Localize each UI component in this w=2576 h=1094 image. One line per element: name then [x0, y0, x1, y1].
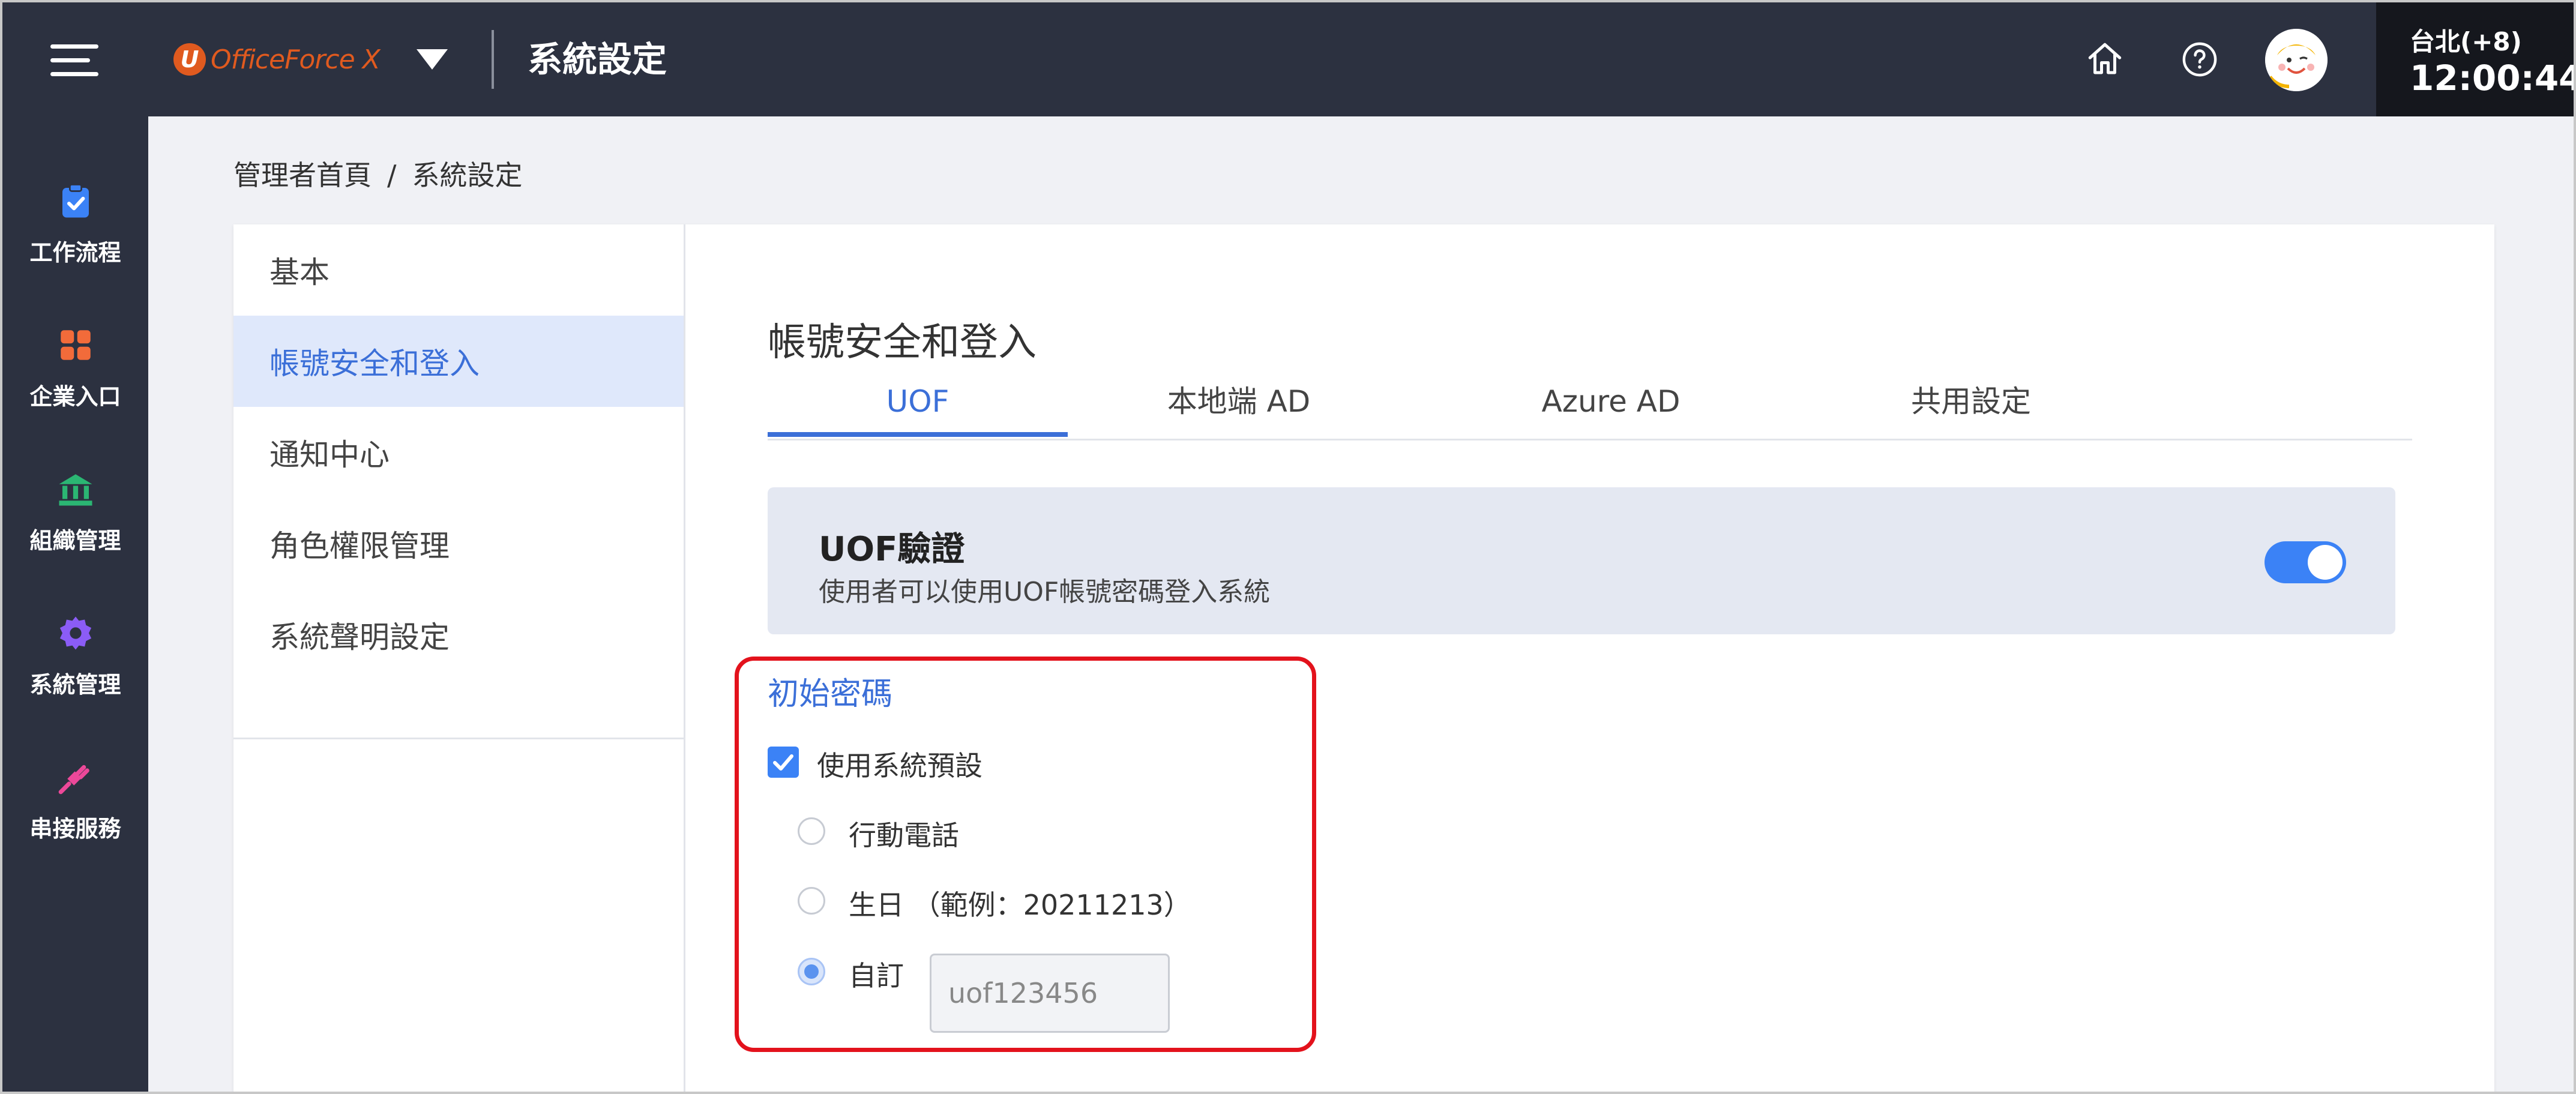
use-default-label: 使用系統預設: [817, 750, 983, 782]
menu-item-notification-center[interactable]: 通知中心: [233, 407, 684, 498]
tab-bar: UOF 本地端 AD Azure AD 共用設定: [768, 377, 2412, 440]
rail-label: 串接服務: [29, 816, 121, 842]
uof-auth-title: UOF驗證: [819, 530, 965, 569]
clock-widget: 台北(+8) 12:00:44: [2376, 2, 2574, 116]
rail-item-portal[interactable]: 企業入口: [2, 325, 148, 411]
menu-item-account-security[interactable]: 帳號安全和登入: [233, 316, 684, 407]
menu-item-system-statement[interactable]: 系統聲明設定: [233, 589, 684, 681]
menu-item-basic[interactable]: 基本: [233, 224, 684, 316]
birthday-option-text: 生日: [849, 889, 904, 921]
settings-menu: 基本 帳號安全和登入 通知中心 角色權限管理 系統聲明設定: [233, 224, 685, 739]
app-window: U OfficeForce X 系統設定 台北(+8) 12:00:44 工作流…: [0, 0, 2576, 1094]
uof-auth-toggle[interactable]: [2265, 541, 2346, 583]
app-switcher-chevron-down-icon[interactable]: [417, 49, 448, 70]
clipboard-check-icon: [62, 184, 89, 218]
breadcrumb: 管理者首頁 / 系統設定: [233, 154, 523, 193]
app-title: 系統設定: [528, 39, 667, 80]
menu-item-label: 帳號安全和登入: [269, 346, 480, 381]
grid-icon: [60, 330, 91, 360]
home-icon[interactable]: [2085, 40, 2125, 79]
rail-label: 工作流程: [29, 239, 121, 266]
logo-mark-icon: U: [173, 43, 206, 76]
left-rail: 工作流程 企業入口 組織管理 系統管理 串接服務: [2, 116, 148, 1092]
tab-uof[interactable]: UOF: [768, 377, 1068, 437]
clock-time: 12:00:44: [2410, 58, 2576, 98]
menu-item-label: 通知中心: [269, 437, 390, 472]
rail-label: 組織管理: [29, 527, 121, 554]
rail-item-organization[interactable]: 組織管理: [2, 469, 148, 555]
content-divider: [684, 224, 685, 1092]
top-bar: U OfficeForce X 系統設定 台北(+8) 12:00:44: [2, 2, 2574, 116]
breadcrumb-separator: /: [387, 159, 397, 191]
tab-shared-settings[interactable]: 共用設定: [1860, 377, 2082, 437]
clock-timezone: 台北(+8): [2410, 27, 2522, 56]
plug-icon: [58, 765, 89, 795]
toggle-knob: [2308, 545, 2343, 580]
radio-mobile-phone[interactable]: [798, 817, 825, 845]
radio-birthday[interactable]: [798, 887, 825, 915]
help-icon[interactable]: [2180, 40, 2219, 79]
radio-label-mobile-phone: 行動電話: [849, 819, 959, 852]
uof-auth-panel: UOF驗證 使用者可以使用UOF帳號密碼登入系統: [768, 487, 2395, 634]
breadcrumb-current: 系統設定: [412, 159, 523, 191]
use-default-checkbox[interactable]: [768, 747, 799, 778]
radio-label-birthday: 生日 （範例：20211213）: [849, 883, 1191, 923]
rail-label: 企業入口: [29, 383, 121, 410]
custom-password-input[interactable]: [930, 954, 1170, 1033]
rail-label: 系統管理: [29, 672, 121, 698]
hamburger-menu-icon[interactable]: [50, 44, 98, 76]
initial-password-title: 初始密碼: [768, 676, 893, 712]
rail-item-integration[interactable]: 串接服務: [2, 757, 148, 843]
header-divider: [492, 30, 494, 89]
radio-custom[interactable]: [798, 958, 825, 985]
radio-label-custom: 自訂: [849, 960, 904, 992]
tab-local-ad[interactable]: 本地端 AD: [1128, 377, 1350, 437]
user-avatar[interactable]: [2265, 29, 2328, 91]
settings-card: 基本 帳號安全和登入 通知中心 角色權限管理 系統聲明設定 帳號安全和登入 UO…: [233, 224, 2494, 1092]
avatar-face-icon: [2265, 29, 2328, 91]
menu-item-role-permissions[interactable]: 角色權限管理: [233, 498, 684, 589]
menu-item-label: 基本: [269, 255, 330, 290]
brand-name: OfficeForce X: [211, 44, 381, 75]
uof-auth-description: 使用者可以使用UOF帳號密碼登入系統: [819, 577, 1271, 607]
brand-logo[interactable]: U OfficeForce X: [173, 37, 381, 82]
rail-item-workflow[interactable]: 工作流程: [2, 181, 148, 267]
birthday-example: （範例：20211213）: [912, 889, 1191, 921]
menu-item-label: 角色權限管理: [269, 529, 450, 564]
gear-icon: [59, 616, 91, 650]
rail-item-system[interactable]: 系統管理: [2, 613, 148, 699]
bank-icon: [59, 474, 92, 506]
section-title: 帳號安全和登入: [768, 320, 1037, 365]
breadcrumb-home-link[interactable]: 管理者首頁: [233, 159, 372, 191]
menu-item-label: 系統聲明設定: [269, 620, 450, 655]
tab-azure-ad[interactable]: Azure AD: [1500, 377, 1722, 437]
